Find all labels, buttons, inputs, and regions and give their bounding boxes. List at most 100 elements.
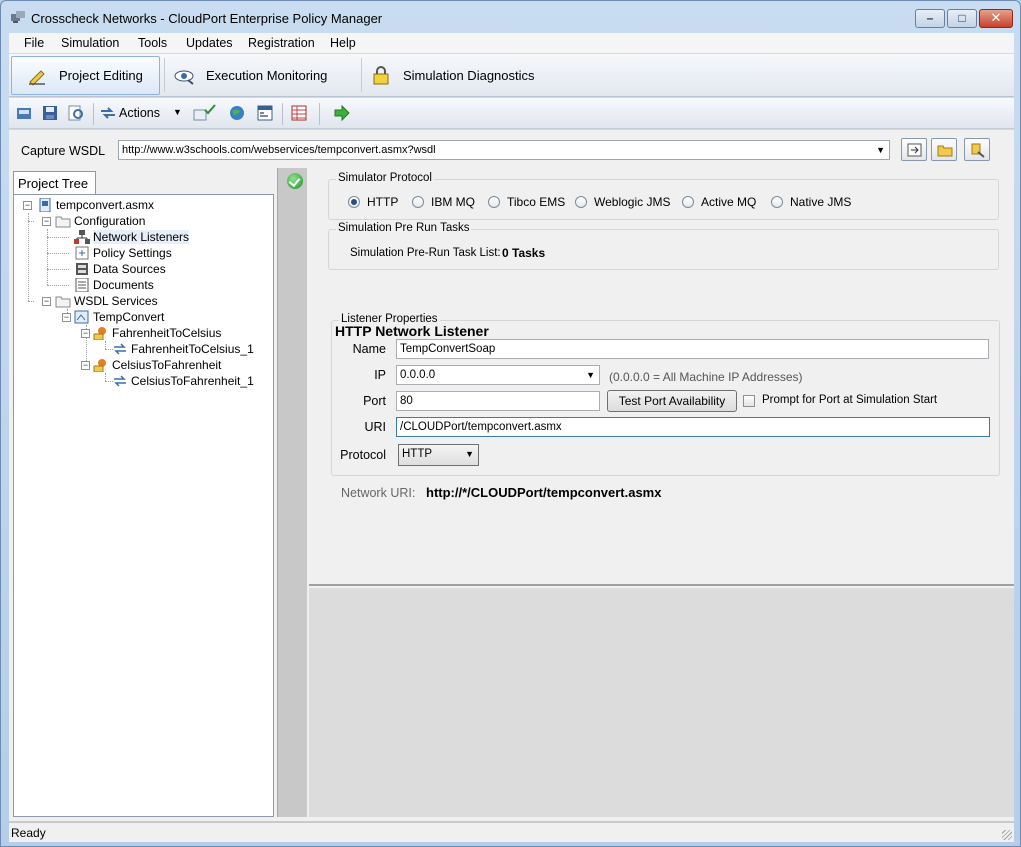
collapse-toggle[interactable]: − (81, 329, 90, 338)
import-wsdl-button[interactable] (901, 138, 927, 161)
tree-node-celsius-to-fahrenheit-1[interactable]: CelsiusToFahrenheit_1 (112, 373, 254, 389)
settings-icon (75, 246, 89, 260)
menu-file[interactable]: File (24, 36, 44, 50)
tree-connector (28, 221, 34, 222)
collapse-toggle[interactable]: − (42, 217, 51, 226)
protocol-label: Protocol (340, 448, 386, 462)
tree-connector (28, 301, 34, 302)
tab-simulation-diagnostics[interactable]: Simulation Diagnostics (371, 56, 561, 95)
capture-wsdl-label: Capture WSDL (21, 144, 106, 158)
preview-icon[interactable] (67, 104, 85, 122)
exchange-arrows-icon (114, 375, 126, 387)
minimize-button[interactable]: – (915, 9, 945, 28)
tree-node-label: Configuration (74, 214, 146, 228)
tree-connector (28, 213, 29, 301)
tree-node-label: FahrenheitToCelsius_1 (131, 342, 254, 356)
menu-tools[interactable]: Tools (138, 36, 167, 50)
window-icon[interactable] (256, 104, 274, 122)
radio-tibco-ems[interactable]: Tibco EMS (488, 195, 565, 209)
prerun-task-count[interactable]: 0 Tasks (502, 246, 545, 260)
chevron-down-icon[interactable]: ▼ (876, 145, 885, 155)
tab-project-tree[interactable]: Project Tree (13, 171, 96, 194)
globe-icon[interactable] (228, 104, 246, 122)
tree-node-fahrenheit-to-celsius-1[interactable]: FahrenheitToCelsius_1 (112, 341, 254, 357)
chevron-down-icon[interactable]: ▼ (173, 107, 182, 117)
tree-node-fahrenheit-to-celsius[interactable]: FahrenheitToCelsius (93, 325, 221, 341)
operation-icon (93, 327, 106, 340)
tree-node-tempconvert-asmx[interactable]: tempconvert.asmx (37, 197, 154, 213)
prerun-task-list-label: Simulation Pre-Run Task List: (350, 247, 501, 259)
save-icon[interactable] (41, 104, 59, 122)
collapse-toggle[interactable]: − (42, 297, 51, 306)
tree-node-wsdl-services[interactable]: WSDL Services (55, 293, 158, 309)
tree-connector (105, 341, 106, 349)
radio-label: Native JMS (790, 195, 852, 209)
chevron-down-icon[interactable]: ▼ (465, 449, 474, 459)
tree-node-label: FahrenheitToCelsius (112, 326, 222, 340)
collapse-toggle[interactable]: − (62, 313, 71, 322)
tree-connector (105, 373, 106, 381)
app-icon (11, 11, 25, 23)
lock-icon (373, 65, 389, 84)
tree-node-data-sources[interactable]: Data Sources (74, 261, 166, 277)
open-folder-icon[interactable] (15, 104, 33, 122)
capture-wsdl-combobox[interactable]: http://www.w3schools.com/webservices/tem… (118, 140, 890, 160)
tree-node-tempconvert[interactable]: TempConvert (74, 309, 164, 325)
resize-grip-icon[interactable] (1002, 830, 1012, 840)
actions-button[interactable]: Actions (119, 106, 160, 120)
menu-help[interactable]: Help (330, 36, 356, 50)
folder-icon (937, 145, 953, 157)
table-icon[interactable] (290, 104, 308, 122)
tree-node-configuration[interactable]: Configuration (55, 213, 145, 229)
listener-editor: Simulator Protocol HTTP IBM MQ Tibco EMS… (309, 168, 1014, 586)
toolbar-divider (93, 103, 94, 125)
port-field[interactable]: 80 (396, 391, 600, 411)
tree-node-label: CelsiusToFahrenheit_1 (131, 374, 254, 388)
pencil-icon (29, 69, 45, 86)
tree-connector (47, 269, 69, 270)
ip-dropdown[interactable]: 0.0.0.0 ▼ (396, 365, 600, 385)
menu-simulation[interactable]: Simulation (61, 36, 119, 50)
title-bar: Crosscheck Networks - CloudPort Enterpri… (1, 1, 1020, 33)
name-field[interactable]: TempConvertSoap (396, 339, 989, 359)
prerun-tasks-title: Simulation Pre Run Tasks (336, 222, 472, 234)
tree-node-policy-settings[interactable]: Policy Settings (74, 245, 172, 261)
prompt-for-port-checkbox[interactable] (743, 395, 755, 407)
radio-ibm-mq[interactable]: IBM MQ (412, 195, 475, 209)
tree-node-label: Data Sources (93, 262, 166, 276)
tree-node-documents[interactable]: Documents (74, 277, 154, 293)
radio-label: IBM MQ (431, 195, 475, 209)
chevron-down-icon[interactable]: ▼ (586, 370, 595, 380)
close-button[interactable]: ✕ (979, 9, 1013, 28)
wsdl-tools-button[interactable] (964, 138, 990, 161)
tree-node-label: TempConvert (93, 310, 165, 324)
menu-updates[interactable]: Updates (186, 36, 233, 50)
radio-native-jms[interactable]: Native JMS (771, 195, 851, 209)
collapse-toggle[interactable]: − (81, 361, 90, 370)
eye-icon (174, 70, 194, 85)
simulator-protocol-title: Simulator Protocol (336, 172, 434, 184)
menu-registration[interactable]: Registration (248, 36, 315, 50)
tab-execution-monitoring[interactable]: Execution Monitoring (174, 56, 359, 95)
tree-connector (47, 237, 69, 238)
tree-node-network-listeners[interactable]: Network Listeners (74, 229, 190, 245)
window-title: Crosscheck Networks - CloudPort Enterpri… (31, 11, 383, 26)
ip-hint: (0.0.0.0 = All Machine IP Addresses) (609, 370, 803, 384)
radio-indicator (575, 196, 587, 208)
pane-splitter[interactable] (277, 168, 307, 817)
uri-field[interactable]: /CLOUDPort/tempconvert.asmx (396, 417, 990, 437)
tab-project-editing[interactable]: Project Editing (11, 56, 160, 95)
tree-node-celsius-to-fahrenheit[interactable]: CelsiusToFahrenheit (93, 357, 221, 373)
toolbar: Actions ▼ (9, 98, 1014, 129)
validate-icon[interactable] (193, 104, 217, 122)
open-wsdl-button[interactable] (931, 138, 957, 161)
test-port-availability-button[interactable]: Test Port Availability (607, 390, 737, 412)
actions-icon[interactable] (99, 104, 117, 122)
collapse-toggle[interactable]: − (23, 201, 32, 210)
radio-active-mq[interactable]: Active MQ (682, 195, 756, 209)
radio-http[interactable]: HTTP (348, 195, 398, 209)
run-arrow-icon[interactable] (333, 104, 351, 122)
maximize-button[interactable]: □ (947, 9, 977, 28)
protocol-dropdown[interactable]: HTTP ▼ (398, 444, 479, 466)
radio-weblogic-jms[interactable]: Weblogic JMS (575, 195, 670, 209)
